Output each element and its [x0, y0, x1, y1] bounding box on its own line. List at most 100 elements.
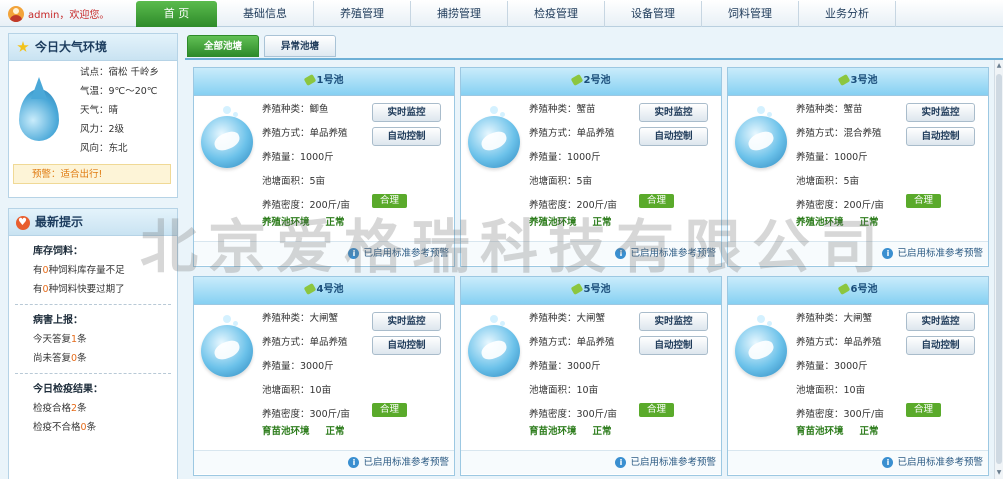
pond-species: 养殖种类：蟹苗 [796, 104, 863, 115]
nav-basic-info[interactable]: 基础信息 [217, 1, 314, 27]
tip-disease: 病害上报： 今天答复1条 尚未答复0条 [15, 305, 171, 374]
water-drop-icon [19, 89, 59, 141]
tip-feed-expiring[interactable]: 有0种饲料快要过期了 [15, 280, 171, 299]
pond-body: 养殖种类：大闸蟹 养殖方式：单品养殖 养殖量：3000斤 池塘面积：10亩 养殖密度：3… [461, 305, 721, 450]
density-status-badge: 合理 [639, 194, 674, 208]
tip-disease-answered[interactable]: 今天答复1条 [15, 330, 171, 349]
tag-icon [837, 283, 850, 295]
pond-env-status: 育苗池环境 正常 [262, 423, 345, 437]
pond-body: 养殖种类：大闸蟹 养殖方式：单品养殖 养殖量：3000斤 池塘面积：10亩 养殖密度：3… [728, 305, 988, 450]
pond-area: 池塘面积：10亩 [262, 385, 332, 396]
pond-env-label: 养殖池环境 [529, 217, 577, 228]
realtime-monitor-button[interactable]: 实时监控 [639, 312, 708, 331]
pond-area: 池塘面积：10亩 [796, 385, 866, 396]
info-icon: i [615, 248, 627, 259]
nav-breeding[interactable]: 养殖管理 [314, 1, 411, 27]
pond-title[interactable]: 6号池 [728, 277, 988, 305]
pond-area: 池塘面积：5亩 [262, 176, 326, 187]
pond-env-status: 养殖池环境 正常 [529, 214, 612, 228]
density-status-badge: 合理 [372, 194, 407, 208]
pond-fields: 养殖种类：大闸蟹 养殖方式：单品养殖 养殖量：3000斤 池塘面积：10亩 养殖密度：3… [529, 307, 617, 427]
scroll-up-icon[interactable]: ▲ [996, 62, 1002, 70]
pond-card: 5号池 养殖种类：大闸蟹 养殖方式：单品养殖 养殖量：3000斤 池塘面积：10亩 养殖密… [460, 276, 722, 476]
auto-control-button[interactable]: 自动控制 [372, 336, 441, 355]
tip-quarantine-fail[interactable]: 检疫不合格0条 [15, 418, 171, 437]
pond-species: 养殖种类：大闸蟹 [262, 313, 339, 324]
weather-wind-direction: 风向：东北 [80, 143, 128, 154]
pond-species: 养殖种类：大闸蟹 [529, 313, 606, 324]
pond-footer[interactable]: i 已启用标准参考预警 [194, 450, 454, 474]
weather-header: 今日大气环境 [9, 34, 177, 61]
pond-env-state: 正常 [859, 426, 879, 437]
pond-footer[interactable]: i 已启用标准参考预警 [728, 450, 988, 474]
sidebar: 今日大气环境 试点：宿松 千岭乡 气温：9℃～20℃ 天气：晴 风力：2级 风向… [8, 33, 178, 479]
scrollbar[interactable]: ▲ ▼ [994, 60, 1003, 479]
pond-title[interactable]: 2号池 [461, 68, 721, 96]
tip-quarantine-pass[interactable]: 检疫合格2条 [15, 399, 171, 418]
realtime-monitor-button[interactable]: 实时监控 [372, 103, 441, 122]
pond-warning-text: 已启用标准参考预警 [363, 248, 449, 259]
auto-control-button[interactable]: 自动控制 [906, 336, 975, 355]
star-icon [17, 41, 29, 52]
fish-ball-icon [468, 106, 520, 168]
pond-method: 养殖方式：混合养殖 [796, 128, 882, 139]
tip-quarantine-title: 今日检疫结果： [33, 384, 103, 395]
bubble-icon [223, 106, 231, 114]
fish-ball-icon [201, 315, 253, 377]
fish-ball-icon [735, 315, 787, 377]
tips-header: 最新提示 [9, 209, 177, 236]
pond-method: 养殖方式：单品养殖 [262, 337, 348, 348]
pond-body: 养殖种类：大闸蟹 养殖方式：单品养殖 养殖量：3000斤 池塘面积：10亩 养殖密度：3… [194, 305, 454, 450]
realtime-monitor-button[interactable]: 实时监控 [906, 312, 975, 331]
pond-footer[interactable]: i 已启用标准参考预警 [461, 241, 721, 265]
top-bar: admin，欢迎您。 首 页 基础信息 养殖管理 捕捞管理 检疫管理 设备管理 … [0, 0, 1003, 27]
pond-footer[interactable]: i 已启用标准参考预警 [728, 241, 988, 265]
tab-all-ponds[interactable]: 全部池塘 [187, 35, 260, 57]
weather-title: 今日大气环境 [35, 40, 108, 54]
tip-feed-shortage[interactable]: 有0种饲料库存量不足 [15, 261, 171, 280]
realtime-monitor-button[interactable]: 实时监控 [639, 103, 708, 122]
auto-control-button[interactable]: 自动控制 [906, 127, 975, 146]
realtime-monitor-button[interactable]: 实时监控 [372, 312, 441, 331]
auto-control-button[interactable]: 自动控制 [639, 127, 708, 146]
nav-equipment[interactable]: 设备管理 [605, 1, 702, 27]
weather-condition: 天气：晴 [80, 105, 119, 116]
nav-feed[interactable]: 饲料管理 [702, 1, 799, 27]
pond-title[interactable]: 1号池 [194, 68, 454, 96]
pond-env-status: 养殖池环境 正常 [796, 214, 879, 228]
pond-warning-text: 已启用标准参考预警 [630, 248, 716, 259]
pond-env-label: 养殖池环境 [796, 217, 844, 228]
tab-abnormal-ponds[interactable]: 异常池塘 [264, 35, 337, 57]
info-icon: i [615, 457, 627, 468]
realtime-monitor-button[interactable]: 实时监控 [906, 103, 975, 122]
pond-warning-text: 已启用标准参考预警 [897, 457, 983, 468]
nav-quarantine[interactable]: 检疫管理 [508, 1, 605, 27]
tip-disease-pending[interactable]: 尚未答复0条 [15, 349, 171, 368]
pond-footer[interactable]: i 已启用标准参考预警 [461, 450, 721, 474]
pond-env-state: 正常 [325, 217, 345, 228]
pond-method: 养殖方式：单品养殖 [262, 128, 348, 139]
tips-panel: 最新提示 库存饲料： 有0种饲料库存量不足 有0种饲料快要过期了 病害上报： 今… [8, 208, 178, 479]
scroll-thumb[interactable] [996, 74, 1002, 464]
auto-control-button[interactable]: 自动控制 [639, 336, 708, 355]
pond-card: 4号池 养殖种类：大闸蟹 养殖方式：单品养殖 养殖量：3000斤 池塘面积：10亩 养殖密… [193, 276, 455, 476]
weather-location: 试点：宿松 千岭乡 [80, 67, 160, 78]
pond-env-status: 育苗池环境 正常 [529, 423, 612, 437]
pond-title[interactable]: 4号池 [194, 277, 454, 305]
pond-title[interactable]: 3号池 [728, 68, 988, 96]
pond-amount: 养殖量：1000斤 [796, 152, 868, 163]
bubble-icon [500, 112, 505, 117]
pond-card: 6号池 养殖种类：大闸蟹 养殖方式：单品养殖 养殖量：3000斤 池塘面积：10亩 养殖密… [727, 276, 989, 476]
nav-analysis[interactable]: 业务分析 [799, 1, 896, 27]
nav-fishing[interactable]: 捕捞管理 [411, 1, 508, 27]
info-icon: i [348, 248, 360, 259]
bubble-icon [223, 315, 231, 323]
pond-env-state: 正常 [592, 217, 612, 228]
nav-home[interactable]: 首 页 [136, 1, 217, 27]
auto-control-button[interactable]: 自动控制 [372, 127, 441, 146]
pond-env-label: 育苗池环境 [796, 426, 844, 437]
scroll-down-icon[interactable]: ▼ [996, 469, 1002, 477]
pond-warning-text: 已启用标准参考预警 [630, 457, 716, 468]
pond-footer[interactable]: i 已启用标准参考预警 [194, 241, 454, 265]
pond-title[interactable]: 5号池 [461, 277, 721, 305]
